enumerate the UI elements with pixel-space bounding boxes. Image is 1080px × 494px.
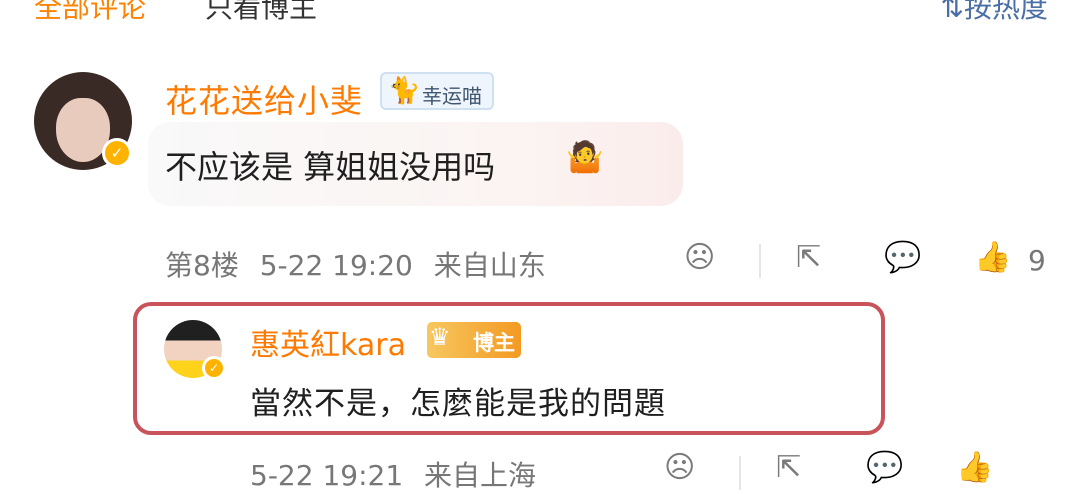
comment-location: 来自山东 — [433, 249, 546, 282]
like-icon[interactable]: 👍 — [974, 240, 1011, 275]
share-icon[interactable]: ⇱ — [796, 240, 821, 275]
floor-number: 第8楼 — [165, 249, 239, 282]
sort-icon: ⇅ — [940, 0, 964, 24]
divider — [759, 244, 761, 278]
commenter-name[interactable]: 花花送给小斐 — [165, 76, 363, 122]
like-count: 9 — [1028, 244, 1046, 277]
shrug-emoji-icon: 🤷 — [566, 140, 604, 175]
verified-icon: ✓ — [202, 356, 226, 380]
sort-by-heat-button[interactable]: ⇅按热度 — [941, 0, 1048, 26]
like-icon[interactable]: 👍 — [956, 450, 993, 485]
reply-location: 来自上海 — [424, 459, 537, 492]
cat-icon: 🐈 — [388, 76, 421, 106]
tab-author-only[interactable]: 只看博主 — [205, 0, 317, 26]
comment-time: 5-22 19:20 — [259, 249, 413, 282]
share-icon[interactable]: ⇱ — [776, 450, 801, 485]
reply-time: 5-22 19:21 — [250, 459, 404, 492]
divider — [739, 456, 741, 490]
commenter-avatar[interactable]: ✓ — [34, 72, 132, 170]
lucky-cat-badge[interactable]: 🐈 幸运喵 — [380, 72, 494, 110]
comment-meta: 第8楼 5-22 19:20 来自山东 — [165, 244, 558, 284]
dislike-icon[interactable]: ☹ — [664, 450, 695, 485]
dislike-icon[interactable]: ☹ — [684, 240, 715, 275]
verified-icon: ✓ — [102, 138, 132, 168]
crown-icon: ♛ — [429, 323, 451, 351]
tab-all-comments[interactable]: 全部评论 — [34, 0, 146, 26]
blogger-badge-label: 博主 — [473, 331, 515, 355]
reply-icon[interactable]: 💬 — [884, 240, 921, 275]
reply-meta: 5-22 19:21 来自上海 — [250, 454, 548, 494]
comment-text: 不应该是 算姐姐没用吗 — [165, 148, 496, 186]
reply-text: 當然不是，怎麼能是我的問題 — [250, 386, 666, 422]
blogger-badge[interactable]: ♛ 博主 — [427, 322, 521, 358]
sort-label: 按热度 — [963, 0, 1048, 24]
reply-icon[interactable]: 💬 — [866, 450, 903, 485]
comment-tabs-bar: 全部评论 只看博主 ⇅按热度 — [0, 0, 1080, 24]
badge-label: 幸运喵 — [422, 84, 482, 108]
reply-author-name[interactable]: 惠英紅kara — [250, 320, 406, 364]
